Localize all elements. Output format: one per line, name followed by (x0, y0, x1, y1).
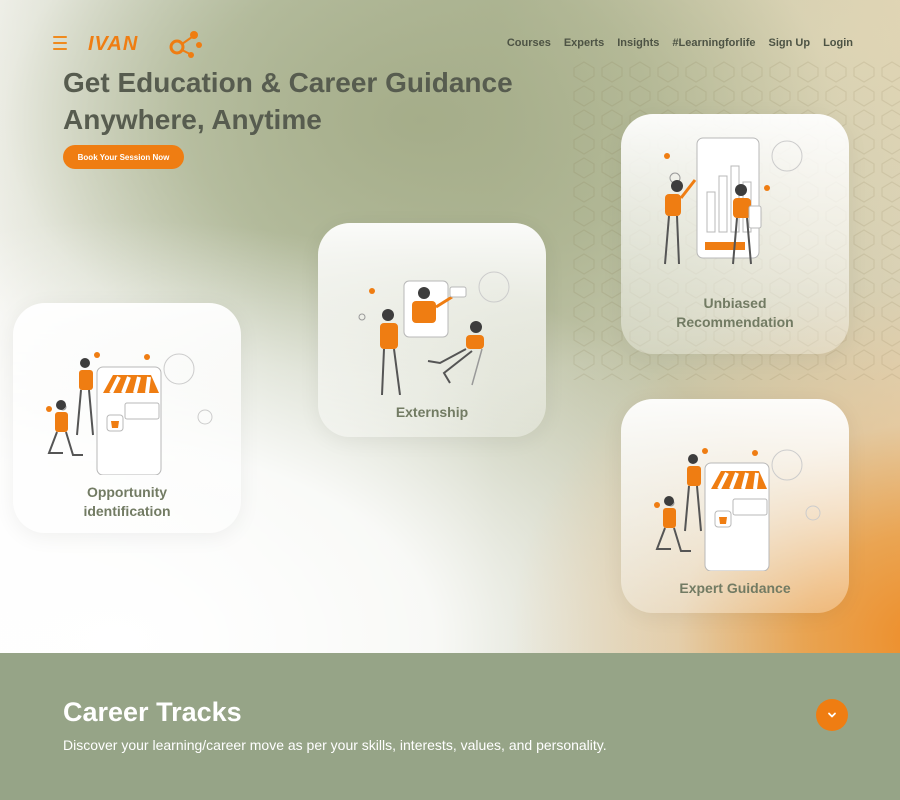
nav-link-signup[interactable]: Sign Up (769, 37, 811, 49)
ivano-logo[interactable]: IVAN (88, 26, 206, 62)
logo-text: IVAN (88, 33, 138, 55)
hero-title-line2: Anywhere, Anytime (63, 104, 322, 135)
card-label: Unbiased Recommendation (676, 295, 794, 330)
career-tracks-description: Discover your learning/career move as pe… (63, 737, 607, 753)
shop-illustration-icon (46, 352, 213, 475)
meeting-illustration-icon (358, 271, 510, 395)
hero-section: IVAN Courses Experts Insights #Learningf… (0, 0, 900, 653)
chevron-down-icon (828, 712, 836, 718)
card-label: Opportunity identification (83, 484, 171, 519)
nav-link-experts[interactable]: Experts (564, 37, 604, 49)
card-expert-guidance[interactable]: Expert Guidance (621, 399, 849, 613)
nav-links: Courses Experts Insights #Learningforlif… (507, 37, 853, 49)
shop-illustration-icon (654, 448, 821, 571)
menu-icon[interactable] (53, 36, 67, 50)
card-label: Externship (395, 404, 469, 420)
card-label: Expert Guidance (679, 580, 791, 596)
nav-link-learningforlife[interactable]: #Learningforlife (672, 37, 755, 49)
card-externship[interactable]: Externship (318, 223, 546, 437)
hero-headline: Get Education & Career Guidance Anywhere… (63, 64, 583, 138)
expand-career-tracks-button[interactable] (816, 699, 848, 731)
career-tracks-section: Career Tracks Discover your learning/car… (0, 653, 900, 800)
card-opportunity-identification[interactable]: Opportunity identification (13, 303, 241, 533)
hero-title-line1: Get Education & Career Guidance (63, 67, 513, 98)
chart-illustration-icon (664, 137, 803, 265)
nav-link-insights[interactable]: Insights (617, 37, 659, 49)
book-session-button[interactable]: Book Your Session Now (63, 145, 184, 169)
nav-link-login[interactable]: Login (823, 37, 853, 49)
career-tracks-title: Career Tracks (63, 697, 242, 727)
card-unbiased-recommendation[interactable]: Unbiased Recommendation (621, 114, 849, 354)
nav-link-courses[interactable]: Courses (507, 37, 551, 49)
